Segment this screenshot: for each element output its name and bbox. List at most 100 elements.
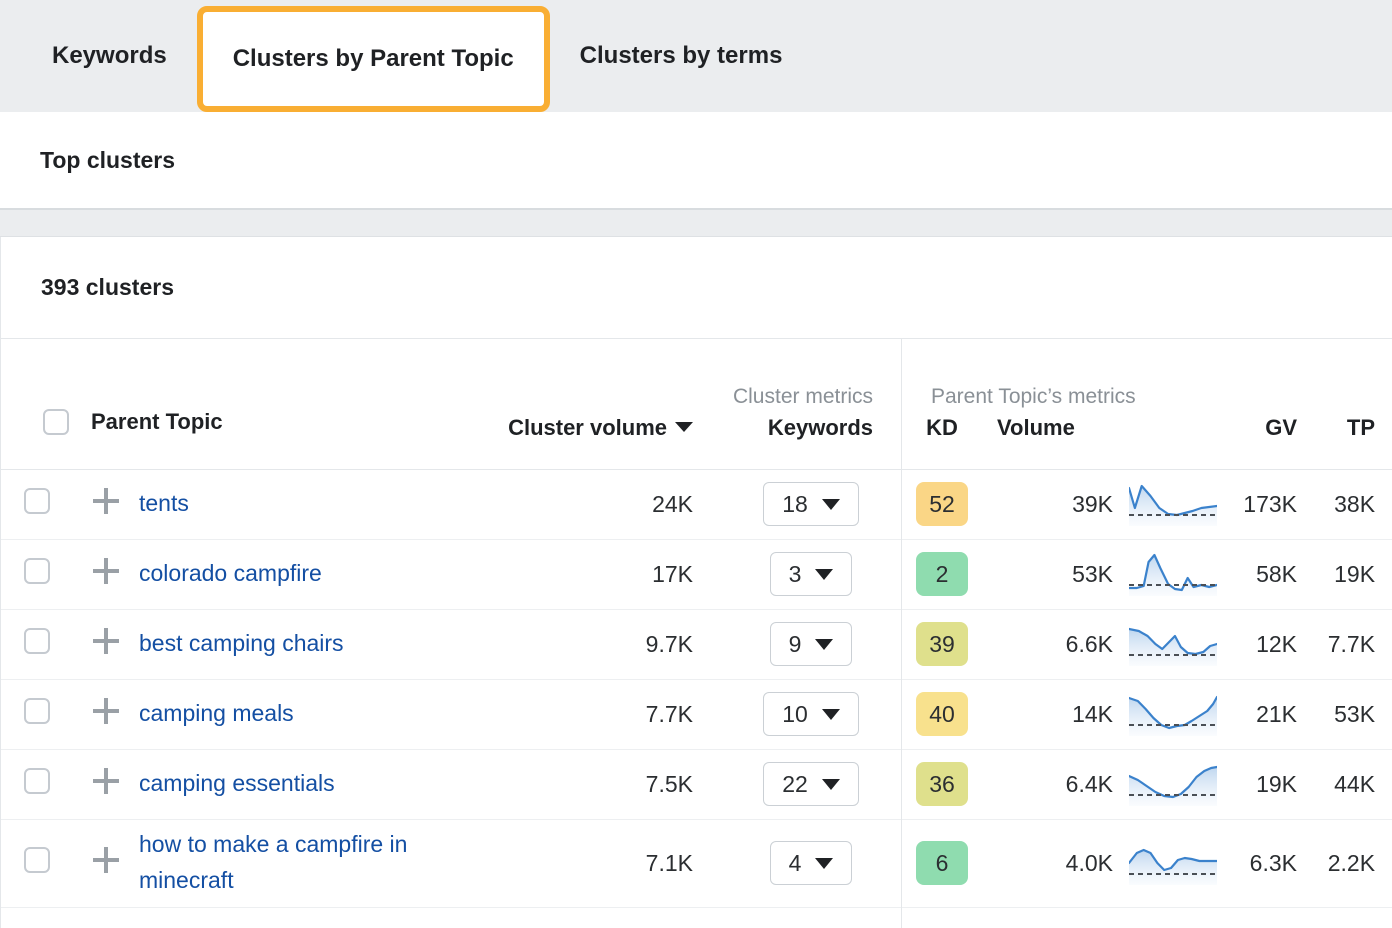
keywords-cell: 18 (721, 469, 901, 539)
row-checkbox[interactable] (24, 768, 50, 794)
trend-sparkline-icon (1129, 841, 1217, 885)
header-tp[interactable]: TP (1315, 415, 1392, 469)
trend-sparkline-cell (1123, 539, 1223, 609)
trend-sparkline-cell (1123, 749, 1223, 819)
parent-topic-cell: tents (139, 469, 499, 539)
chevron-down-icon[interactable] (822, 779, 840, 790)
keywords-dropdown[interactable]: 18 (763, 482, 859, 526)
header-parent-topic[interactable]: Parent Topic (91, 409, 223, 435)
parent-topic-link[interactable]: how to make a campfire in minecraft (139, 827, 489, 898)
volume-cell: 39K (983, 469, 1123, 539)
kd-cell: 36 (901, 749, 983, 819)
gv-cell: 12K (1223, 609, 1315, 679)
parent-topic-link[interactable]: camping meals (139, 696, 294, 732)
parent-topic-link[interactable]: colorado campfire (139, 556, 322, 592)
kd-cell: 6 (901, 819, 983, 907)
keywords-dropdown[interactable]: 4 (770, 841, 853, 885)
kd-cell: 39 (901, 609, 983, 679)
expand-plus-icon[interactable] (93, 698, 119, 724)
header-volume[interactable]: Volume (983, 415, 1123, 469)
header-keywords[interactable]: Keywords (721, 415, 901, 469)
chevron-down-icon[interactable] (815, 858, 833, 869)
keywords-count: 10 (782, 701, 808, 728)
expand-plus-icon[interactable] (93, 768, 119, 794)
header-gv[interactable]: GV (1223, 415, 1315, 469)
header-cluster-volume[interactable]: Cluster volume (499, 415, 721, 469)
tab-keywords[interactable]: Keywords (22, 0, 197, 112)
table-body: tents 24K 18 52 39K (1, 469, 1392, 907)
gv-cell: 173K (1223, 469, 1315, 539)
keywords-cell: 22 (721, 749, 901, 819)
cluster-volume-cell: 9.7K (499, 609, 721, 679)
header-kd[interactable]: KD (901, 415, 983, 469)
keywords-cell: 3 (721, 539, 901, 609)
trend-sparkline-icon (1129, 552, 1217, 596)
table-row: camping meals 7.7K 10 40 14K (1, 679, 1392, 749)
sort-caret-down-icon[interactable] (675, 422, 693, 432)
kd-cell: 40 (901, 679, 983, 749)
kd-badge: 40 (916, 692, 968, 736)
row-checkbox[interactable] (24, 698, 50, 724)
parent-topic-link[interactable]: camping essentials (139, 766, 335, 802)
keywords-count: 3 (789, 561, 802, 588)
keywords-dropdown[interactable]: 3 (770, 552, 853, 596)
trend-sparkline-cell (1123, 819, 1223, 907)
table-row: camping essentials 7.5K 22 36 6.4K (1, 749, 1392, 819)
parent-topic-cell: best camping chairs (139, 609, 499, 679)
chevron-down-icon[interactable] (822, 499, 840, 510)
expand-plus-icon[interactable] (93, 558, 119, 584)
kd-badge: 39 (916, 622, 968, 666)
volume-cell: 6.4K (983, 749, 1123, 819)
kd-cell: 52 (901, 469, 983, 539)
keywords-count: 9 (789, 631, 802, 658)
tab-clusters-by-terms[interactable]: Clusters by terms (550, 0, 813, 112)
volume-cell: 53K (983, 539, 1123, 609)
expand-plus-icon[interactable] (93, 847, 119, 873)
table-row: colorado campfire 17K 3 2 53K (1, 539, 1392, 609)
tab-bar: Keywords Clusters by Parent Topic Cluste… (0, 0, 1392, 112)
expand-plus-icon[interactable] (93, 488, 119, 514)
gv-cell: 6.3K (1223, 819, 1315, 907)
expand-plus-icon[interactable] (93, 628, 119, 654)
kd-cell: 2 (901, 539, 983, 609)
keywords-dropdown[interactable]: 9 (770, 622, 853, 666)
row-checkbox[interactable] (24, 558, 50, 584)
tp-cell: 2.2K (1315, 819, 1392, 907)
row-expand-cell (73, 469, 139, 539)
select-all-checkbox[interactable] (43, 409, 69, 435)
row-expand-cell (73, 679, 139, 749)
keywords-dropdown[interactable]: 22 (763, 762, 859, 806)
table-row: best camping chairs 9.7K 9 39 6.6K (1, 609, 1392, 679)
gv-cell: 19K (1223, 749, 1315, 819)
row-checkbox-cell (1, 539, 73, 609)
row-checkbox[interactable] (24, 488, 50, 514)
chevron-down-icon[interactable] (815, 639, 833, 650)
chevron-down-icon[interactable] (815, 569, 833, 580)
tp-cell: 19K (1315, 539, 1392, 609)
trend-sparkline-icon (1129, 622, 1217, 666)
kd-badge: 52 (916, 482, 968, 526)
cluster-volume-cell: 7.1K (499, 819, 721, 907)
trend-sparkline-cell (1123, 609, 1223, 679)
trend-sparkline-cell (1123, 679, 1223, 749)
row-checkbox[interactable] (24, 847, 50, 873)
row-expand-cell (73, 749, 139, 819)
clusters-count-bar: 393 clusters (0, 237, 1392, 339)
tab-clusters-by-parent-topic[interactable]: Clusters by Parent Topic (197, 6, 550, 112)
cluster-volume-cell: 7.7K (499, 679, 721, 749)
row-checkbox-cell (1, 469, 73, 539)
parent-topic-link[interactable]: best camping chairs (139, 626, 344, 662)
volume-cell: 14K (983, 679, 1123, 749)
top-clusters-panel: Top clusters (0, 112, 1392, 210)
row-checkbox-cell (1, 679, 73, 749)
section-divider-band (0, 210, 1392, 237)
row-checkbox[interactable] (24, 628, 50, 654)
chevron-down-icon[interactable] (822, 709, 840, 720)
trend-sparkline-icon (1129, 692, 1217, 736)
keywords-dropdown[interactable]: 10 (763, 692, 859, 736)
parent-topic-link[interactable]: tents (139, 486, 189, 522)
row-expand-cell (73, 819, 139, 907)
parent-topic-cell: camping meals (139, 679, 499, 749)
group-label-cluster-metrics: Cluster metrics (499, 385, 901, 415)
keywords-cell: 10 (721, 679, 901, 749)
